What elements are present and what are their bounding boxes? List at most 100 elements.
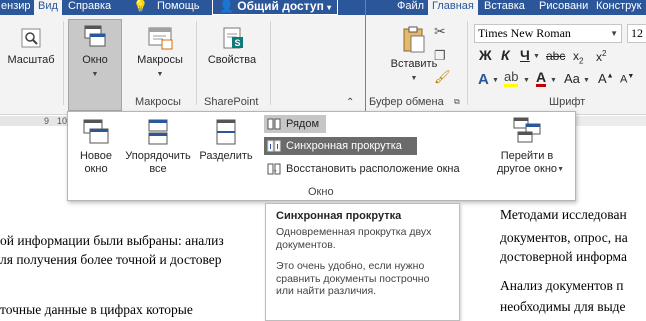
chevron-down-icon[interactable]: ▼ xyxy=(550,77,557,84)
arrange-all-icon xyxy=(148,119,168,145)
copy-icon[interactable]: ❐ xyxy=(434,48,446,64)
chevron-down-icon[interactable]: ▼ xyxy=(583,77,590,84)
collapse-ribbon-icon[interactable]: ⌃ xyxy=(346,97,354,108)
window-button[interactable]: Окно ▼ xyxy=(68,23,122,81)
switch-windows-button[interactable]: Перейти в другое окно ▼ xyxy=(482,116,572,176)
chevron-down-icon: ▼ xyxy=(557,166,564,173)
side-by-side-label: Рядом xyxy=(286,118,320,130)
underline-icon[interactable]: Ч xyxy=(520,47,530,63)
grow-font-icon[interactable]: A▲ xyxy=(598,71,614,86)
tooltip-description: Одновременная прокрутка двух документов. xyxy=(276,226,432,251)
font-name-value: Times New Roman xyxy=(478,26,571,40)
shrink-font-icon[interactable]: A▼ xyxy=(620,73,634,86)
lightbulb-icon: 💡 xyxy=(133,0,148,13)
switch-windows-icon xyxy=(513,117,541,143)
chevron-down-icon[interactable]: ▼ xyxy=(533,53,540,60)
chevron-down-icon: ▼ xyxy=(91,71,99,78)
person-icon: 👤 xyxy=(219,0,234,13)
font-size-aa-icon[interactable]: Aa xyxy=(564,71,580,86)
cut-icon[interactable]: ✂ xyxy=(434,23,446,40)
macros-label: Макросы xyxy=(137,54,183,66)
right-ribbon: Вставить ▼ ✂ ❐ 🖌 Буфер обмена ⧉ Times Ne… xyxy=(366,15,646,115)
arrange-all-label: Упорядочить все xyxy=(125,150,191,175)
tab-draw[interactable]: Рисовани xyxy=(535,0,592,15)
tab-help[interactable]: Справка xyxy=(64,0,115,15)
chevron-down-icon: ▼ xyxy=(410,75,418,82)
zoom-label: Масштаб xyxy=(7,54,55,66)
paste-button[interactable]: Вставить ▼ xyxy=(388,25,440,85)
dialog-launcher-icon[interactable]: ⧉ xyxy=(454,97,460,107)
bold-icon[interactable]: Ж xyxy=(479,47,492,63)
new-window-label: Новое окно xyxy=(79,150,113,175)
text-effects-icon[interactable]: A xyxy=(478,71,489,88)
font-color-icon[interactable]: A xyxy=(536,70,547,87)
superscript-icon[interactable]: x2 xyxy=(596,49,606,64)
separator xyxy=(196,21,197,105)
highlight-icon[interactable]: ab xyxy=(504,70,519,87)
italic-icon[interactable]: К xyxy=(501,47,510,63)
tab-review[interactable]: ензир xyxy=(0,0,35,15)
magnifier-icon xyxy=(21,28,41,48)
properties-label: Свойства xyxy=(207,54,257,66)
zoom-button[interactable]: Масштаб xyxy=(2,25,60,67)
right-doc-line: Анализ документов п xyxy=(500,278,624,293)
arrange-all-button[interactable]: Упорядочить все xyxy=(119,118,197,176)
share-button[interactable]: 👤 Общий доступ ▾ xyxy=(212,0,339,15)
tab-insert[interactable]: Вставка xyxy=(480,0,529,15)
properties-button[interactable]: S Свойства xyxy=(200,25,264,67)
split-label: Разделить xyxy=(199,150,253,162)
clipboard-icon xyxy=(403,26,425,53)
window-dropdown-panel: Новое окно Упорядочить все Разделить Ряд… xyxy=(67,111,576,201)
new-window-button[interactable]: Новое окно xyxy=(74,118,118,176)
right-title-bar: Файл Главная Вставка Рисовани Конструк xyxy=(366,0,646,15)
window-label: Окно xyxy=(82,54,108,66)
font-size-combo[interactable]: 12 xyxy=(627,24,646,43)
chevron-down-icon: ▼ xyxy=(610,29,618,38)
share-button-label: Общий доступ xyxy=(237,0,324,13)
clipboard-group-label: Буфер обмена xyxy=(369,96,444,108)
sync-scroll-tooltip: Синхронная прокрутка Одновременная прокр… xyxy=(265,203,460,321)
chevron-down-icon[interactable]: ▼ xyxy=(492,77,499,84)
tab-tell-me[interactable]: Помощь xyxy=(153,0,204,15)
reset-position-item[interactable]: ↔ Восстановить расположение окна xyxy=(264,160,479,178)
chevron-down-icon: ▾ xyxy=(327,3,332,12)
strikethrough-icon[interactable]: abc xyxy=(546,49,565,63)
format-painter-icon[interactable]: 🖌 xyxy=(434,69,451,85)
right-doc-line: Методами исследован xyxy=(500,207,627,222)
sharepoint-group-label: SharePoint xyxy=(204,96,259,108)
tab-file[interactable]: Файл xyxy=(393,0,428,15)
font-size-value: 12 xyxy=(631,26,643,40)
subscript-icon[interactable]: x2 xyxy=(573,49,583,65)
font-name-combo[interactable]: Times New Roman ▼ xyxy=(474,24,622,43)
right-doc-line: необходимы для выде xyxy=(500,299,626,314)
sync-scroll-item[interactable]: Синхронная прокрутка xyxy=(264,137,417,155)
tooltip-details: Это очень удобно, если нужно сравнить до… xyxy=(276,260,430,297)
right-doc-line: достоверной информа xyxy=(500,249,627,264)
tab-view[interactable]: Вид xyxy=(34,0,62,15)
split-button[interactable]: Разделить xyxy=(198,118,254,163)
separator xyxy=(63,21,64,105)
ruler-number: 9 xyxy=(44,116,50,126)
window-divider xyxy=(365,0,366,126)
tab-home[interactable]: Главная xyxy=(428,0,478,15)
sharepoint-properties-icon: S xyxy=(223,27,243,49)
side-by-side-item[interactable]: Рядом xyxy=(264,115,326,133)
new-window-icon xyxy=(83,119,109,144)
tooltip-title: Синхронная прокрутка xyxy=(276,210,402,222)
macros-button[interactable]: Макросы ▼ xyxy=(128,25,192,81)
left-doc-line: точные данные в цифрах которые xyxy=(0,302,193,317)
left-doc-line: ля получения более точной и достовер xyxy=(0,252,222,267)
sync-scroll-icon xyxy=(267,140,281,152)
tab-design[interactable]: Конструк xyxy=(592,0,645,15)
left-doc-line: ой информации были выбраны: анализ xyxy=(0,233,224,248)
font-group-label: Шрифт xyxy=(549,96,586,108)
split-icon xyxy=(216,119,236,145)
chevron-down-icon[interactable]: ▼ xyxy=(523,77,530,84)
svg-text:S: S xyxy=(235,38,241,48)
window-icon xyxy=(84,25,106,47)
left-title-bar: ензир Вид Справка 💡 Помощь 👤 Общий досту… xyxy=(0,0,366,15)
paste-label: Вставить xyxy=(390,58,438,70)
right-doc-line: документов, опрос, на xyxy=(500,230,628,245)
ruler-number: 10 xyxy=(57,116,68,126)
chevron-down-icon: ▼ xyxy=(156,71,164,78)
